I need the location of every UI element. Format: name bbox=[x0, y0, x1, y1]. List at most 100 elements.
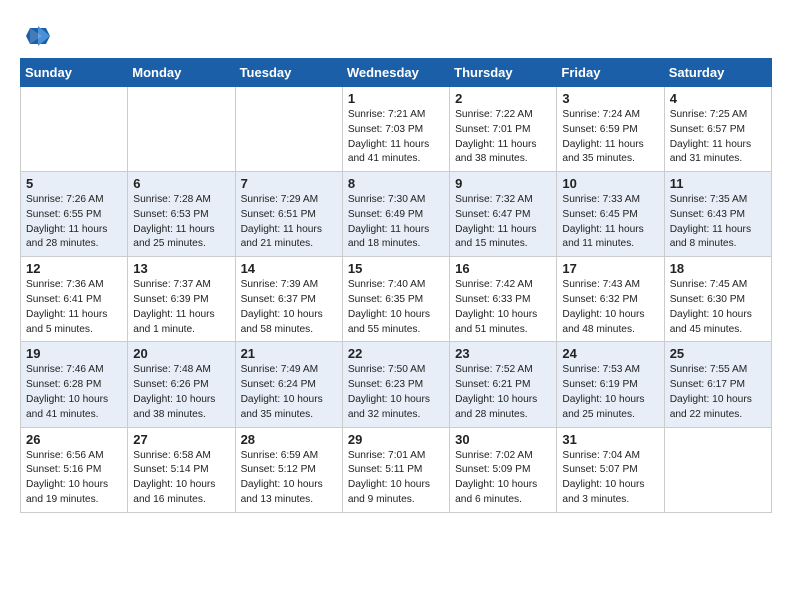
calendar-week-row: 12Sunrise: 7:36 AM Sunset: 6:41 PM Dayli… bbox=[21, 257, 772, 342]
day-number: 28 bbox=[241, 432, 337, 447]
calendar-cell: 13Sunrise: 7:37 AM Sunset: 6:39 PM Dayli… bbox=[128, 257, 235, 342]
day-number: 30 bbox=[455, 432, 551, 447]
calendar-cell: 11 Sunrise: 7:35 AM Sunset: 6:43 PM Dayli… bbox=[664, 172, 771, 257]
day-content: Sunrise: 7:40 AM Sunset: 6:35 PM Dayligh… bbox=[348, 278, 444, 337]
calendar-cell: 30 Sunrise: 7:02 AM Sunset: 5:09 PM Dayli… bbox=[450, 427, 557, 512]
day-content: Sunrise: 7:02 AM Sunset: 5:09 PM Dayligh… bbox=[455, 449, 551, 508]
calendar-cell: 1 Sunrise: 7:21 AM Sunset: 7:03 PM Daylig… bbox=[342, 87, 449, 172]
calendar-cell: 21 Sunrise: 7:49 AM Sunset: 6:24 PM Dayli… bbox=[235, 342, 342, 427]
calendar-cell: 31 Sunrise: 7:04 AM Sunset: 5:07 PM Dayli… bbox=[557, 427, 664, 512]
day-content: Sunrise: 7:43 AM Sunset: 6:32 PM Dayligh… bbox=[562, 278, 658, 337]
calendar-header-cell: Friday bbox=[557, 59, 664, 87]
day-content: Sunrise: 7:48 AM Sunset: 6:26 PM Dayligh… bbox=[133, 363, 229, 422]
day-content: Sunrise: 7:28 AM Sunset: 6:53 PM Dayligh… bbox=[133, 193, 229, 252]
day-number: 14 bbox=[241, 261, 337, 276]
calendar-cell bbox=[21, 87, 128, 172]
calendar-cell: 29 Sunrise: 7:01 AM Sunset: 5:11 PM Dayli… bbox=[342, 427, 449, 512]
day-content: Sunrise: 7:32 AM Sunset: 6:47 PM Dayligh… bbox=[455, 193, 551, 252]
calendar-cell bbox=[128, 87, 235, 172]
calendar-cell: 19 Sunrise: 7:46 AM Sunset: 6:28 PM Dayli… bbox=[21, 342, 128, 427]
calendar-header-cell: Sunday bbox=[21, 59, 128, 87]
day-content: Sunrise: 7:50 AM Sunset: 6:23 PM Dayligh… bbox=[348, 363, 444, 422]
day-number: 9 bbox=[455, 176, 551, 191]
day-content: Sunrise: 7:42 AM Sunset: 6:33 PM Dayligh… bbox=[455, 278, 551, 337]
day-number: 5 bbox=[26, 176, 122, 191]
day-number: 31 bbox=[562, 432, 658, 447]
day-content: Sunrise: 7:24 AM Sunset: 6:59 PM Dayligh… bbox=[562, 108, 658, 167]
calendar-cell: 5 Sunrise: 7:26 AM Sunset: 6:55 PM Daylig… bbox=[21, 172, 128, 257]
calendar-cell: 3 Sunrise: 7:24 AM Sunset: 6:59 PM Daylig… bbox=[557, 87, 664, 172]
calendar-cell: 14 Sunrise: 7:39 AM Sunset: 6:37 PM Dayli… bbox=[235, 257, 342, 342]
day-content: Sunrise: 7:26 AM Sunset: 6:55 PM Dayligh… bbox=[26, 193, 122, 252]
page: SundayMondayTuesdayWednesdayThursdayFrid… bbox=[0, 0, 792, 531]
day-content: Sunrise: 7:46 AM Sunset: 6:28 PM Dayligh… bbox=[26, 363, 122, 422]
day-number: 8 bbox=[348, 176, 444, 191]
day-number: 10 bbox=[562, 176, 658, 191]
day-content: Sunrise: 7:35 AM Sunset: 6:43 PM Dayligh… bbox=[670, 193, 766, 252]
calendar-cell bbox=[664, 427, 771, 512]
day-number: 6 bbox=[133, 176, 229, 191]
calendar-week-row: 1 Sunrise: 7:21 AM Sunset: 7:03 PM Daylig… bbox=[21, 87, 772, 172]
day-content: Sunrise: 7:21 AM Sunset: 7:03 PM Dayligh… bbox=[348, 108, 444, 167]
calendar-week-row: 5 Sunrise: 7:26 AM Sunset: 6:55 PM Daylig… bbox=[21, 172, 772, 257]
day-content: Sunrise: 7:53 AM Sunset: 6:19 PM Dayligh… bbox=[562, 363, 658, 422]
calendar-header-cell: Saturday bbox=[664, 59, 771, 87]
calendar-cell: 7 Sunrise: 7:29 AM Sunset: 6:51 PM Daylig… bbox=[235, 172, 342, 257]
day-number: 26 bbox=[26, 432, 122, 447]
calendar-cell: 4Sunrise: 7:25 AM Sunset: 6:57 PM Daylig… bbox=[664, 87, 771, 172]
calendar-cell: 2Sunrise: 7:22 AM Sunset: 7:01 PM Daylig… bbox=[450, 87, 557, 172]
calendar-cell: 27 Sunrise: 6:58 AM Sunset: 5:14 PM Dayli… bbox=[128, 427, 235, 512]
day-number: 18 bbox=[670, 261, 766, 276]
day-content: Sunrise: 7:49 AM Sunset: 6:24 PM Dayligh… bbox=[241, 363, 337, 422]
day-content: Sunrise: 7:55 AM Sunset: 6:17 PM Dayligh… bbox=[670, 363, 766, 422]
calendar-header-cell: Thursday bbox=[450, 59, 557, 87]
day-content: Sunrise: 7:33 AM Sunset: 6:45 PM Dayligh… bbox=[562, 193, 658, 252]
calendar-cell: 9 Sunrise: 7:32 AM Sunset: 6:47 PM Daylig… bbox=[450, 172, 557, 257]
calendar-cell: 15 Sunrise: 7:40 AM Sunset: 6:35 PM Dayli… bbox=[342, 257, 449, 342]
logo bbox=[20, 22, 50, 50]
day-number: 23 bbox=[455, 346, 551, 361]
day-content: Sunrise: 6:59 AM Sunset: 5:12 PM Dayligh… bbox=[241, 449, 337, 508]
calendar-cell: 28 Sunrise: 6:59 AM Sunset: 5:12 PM Dayli… bbox=[235, 427, 342, 512]
day-number: 3 bbox=[562, 91, 658, 106]
calendar-cell: 25 Sunrise: 7:55 AM Sunset: 6:17 PM Dayli… bbox=[664, 342, 771, 427]
day-number: 20 bbox=[133, 346, 229, 361]
day-number: 21 bbox=[241, 346, 337, 361]
calendar-cell: 8 Sunrise: 7:30 AM Sunset: 6:49 PM Daylig… bbox=[342, 172, 449, 257]
calendar-cell: 17 Sunrise: 7:43 AM Sunset: 6:32 PM Dayli… bbox=[557, 257, 664, 342]
calendar-week-row: 26 Sunrise: 6:56 AM Sunset: 5:16 PM Dayli… bbox=[21, 427, 772, 512]
day-content: Sunrise: 6:56 AM Sunset: 5:16 PM Dayligh… bbox=[26, 449, 122, 508]
calendar-cell bbox=[235, 87, 342, 172]
day-content: Sunrise: 7:39 AM Sunset: 6:37 PM Dayligh… bbox=[241, 278, 337, 337]
day-content: Sunrise: 7:30 AM Sunset: 6:49 PM Dayligh… bbox=[348, 193, 444, 252]
calendar-cell: 12Sunrise: 7:36 AM Sunset: 6:41 PM Dayli… bbox=[21, 257, 128, 342]
day-content: Sunrise: 7:45 AM Sunset: 6:30 PM Dayligh… bbox=[670, 278, 766, 337]
day-content: Sunrise: 7:36 AM Sunset: 6:41 PM Dayligh… bbox=[26, 278, 122, 337]
calendar-header-row: SundayMondayTuesdayWednesdayThursdayFrid… bbox=[21, 59, 772, 87]
calendar-table: SundayMondayTuesdayWednesdayThursdayFrid… bbox=[20, 58, 772, 513]
day-number: 2 bbox=[455, 91, 551, 106]
day-number: 27 bbox=[133, 432, 229, 447]
day-number: 1 bbox=[348, 91, 444, 106]
day-number: 11 bbox=[670, 176, 766, 191]
day-number: 29 bbox=[348, 432, 444, 447]
calendar-cell: 26 Sunrise: 6:56 AM Sunset: 5:16 PM Dayli… bbox=[21, 427, 128, 512]
calendar-cell: 18 Sunrise: 7:45 AM Sunset: 6:30 PM Dayli… bbox=[664, 257, 771, 342]
day-content: Sunrise: 7:01 AM Sunset: 5:11 PM Dayligh… bbox=[348, 449, 444, 508]
calendar-header-cell: Wednesday bbox=[342, 59, 449, 87]
day-number: 25 bbox=[670, 346, 766, 361]
calendar-cell: 23Sunrise: 7:52 AM Sunset: 6:21 PM Dayli… bbox=[450, 342, 557, 427]
calendar-cell: 24Sunrise: 7:53 AM Sunset: 6:19 PM Dayli… bbox=[557, 342, 664, 427]
day-number: 16 bbox=[455, 261, 551, 276]
calendar-header-cell: Tuesday bbox=[235, 59, 342, 87]
day-content: Sunrise: 6:58 AM Sunset: 5:14 PM Dayligh… bbox=[133, 449, 229, 508]
day-number: 17 bbox=[562, 261, 658, 276]
day-number: 19 bbox=[26, 346, 122, 361]
day-content: Sunrise: 7:04 AM Sunset: 5:07 PM Dayligh… bbox=[562, 449, 658, 508]
day-content: Sunrise: 7:29 AM Sunset: 6:51 PM Dayligh… bbox=[241, 193, 337, 252]
calendar-cell: 22Sunrise: 7:50 AM Sunset: 6:23 PM Dayli… bbox=[342, 342, 449, 427]
day-number: 7 bbox=[241, 176, 337, 191]
logo-icon bbox=[22, 22, 50, 50]
day-number: 15 bbox=[348, 261, 444, 276]
calendar-cell: 10 Sunrise: 7:33 AM Sunset: 6:45 PM Dayli… bbox=[557, 172, 664, 257]
